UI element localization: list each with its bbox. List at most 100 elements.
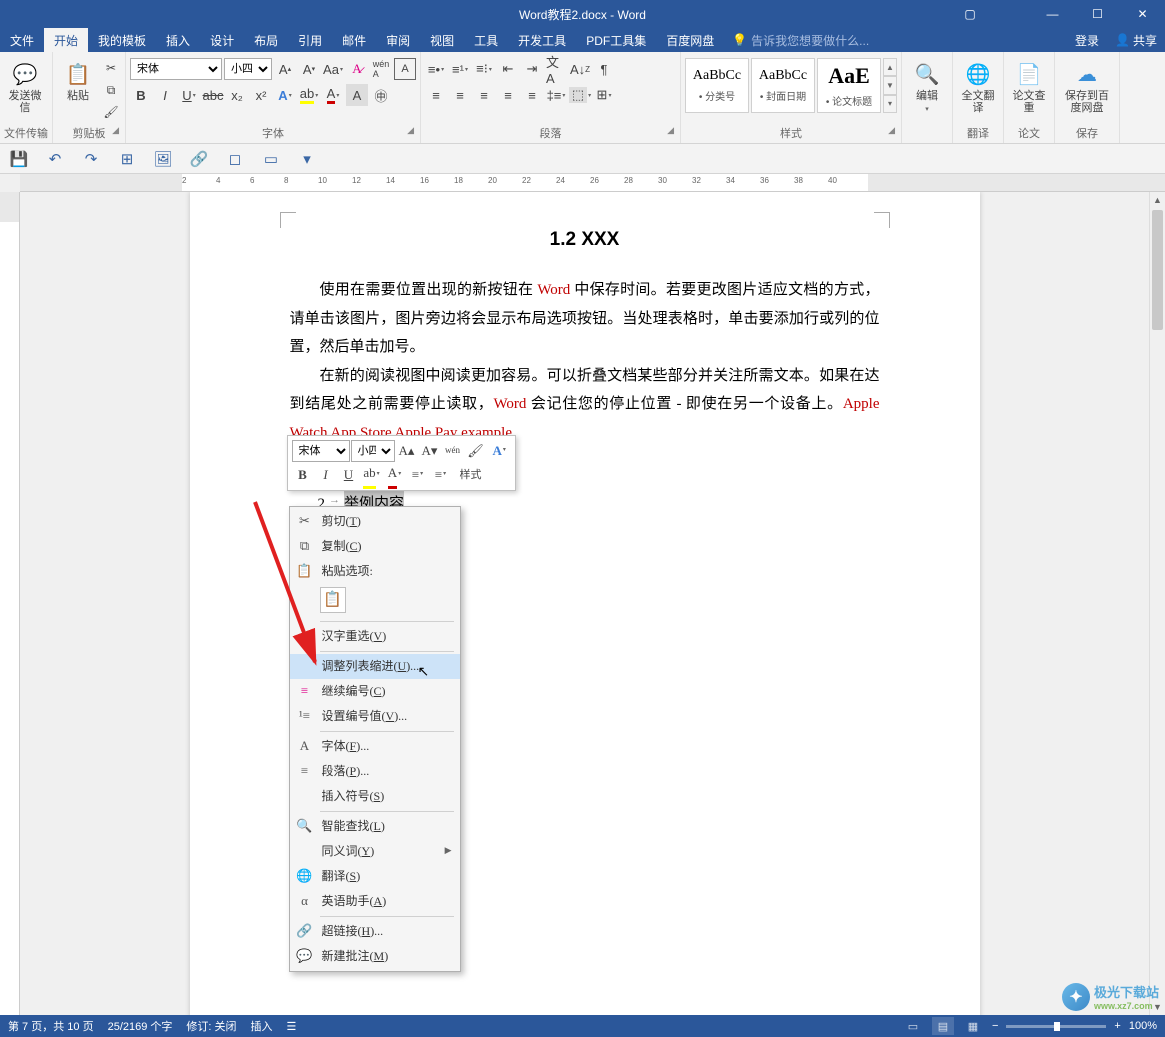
mini-format-painter[interactable]: 🖌 <box>465 440 487 462</box>
scroll-up-button[interactable]: ▲ <box>1150 192 1165 208</box>
vertical-scrollbar[interactable]: ▲ ▼ <box>1149 192 1165 1015</box>
cut-button[interactable]: ✂ <box>101 58 121 78</box>
font-launcher[interactable]: ◢ <box>407 125 414 136</box>
zoom-slider[interactable] <box>1006 1025 1106 1028</box>
align-center-button[interactable]: ≡ <box>449 84 471 106</box>
ctx-hanzi-reselect[interactable]: 汉字重选(V) <box>290 624 460 649</box>
bullets-button[interactable]: ≡•▾ <box>425 58 447 80</box>
picture-button[interactable]: 🖼 <box>152 148 174 170</box>
mini-styles-label[interactable]: 样式 <box>453 464 489 486</box>
ctx-english-assistant[interactable]: α英语助手(A) <box>290 889 460 914</box>
ctx-copy[interactable]: ⧉复制(C) <box>290 534 460 559</box>
login-button[interactable]: 登录 <box>1067 28 1107 52</box>
status-track[interactable]: 修订: 关闭 <box>186 1018 236 1034</box>
superscript-button[interactable]: x² <box>250 84 272 106</box>
styles-launcher[interactable]: ◢ <box>888 125 895 136</box>
decrease-indent-button[interactable]: ⇤ <box>497 58 519 80</box>
edit-button[interactable]: 🔍 编辑▾ <box>906 58 948 116</box>
mini-phonetic[interactable]: wén <box>442 440 464 462</box>
char-shading-button[interactable]: A <box>346 84 368 106</box>
ctx-hyperlink[interactable]: 🔗超链接(H)... <box>290 919 460 944</box>
justify-button[interactable]: ≡ <box>497 84 519 106</box>
table-button[interactable]: ⊞ <box>116 148 138 170</box>
close-button[interactable]: ✕ <box>1120 0 1165 28</box>
mini-highlight[interactable]: ab▾ <box>361 464 383 486</box>
mini-bold[interactable]: B <box>292 464 314 486</box>
font-name-select[interactable]: 宋体 <box>130 58 222 80</box>
format-painter-button[interactable]: 🖌 <box>101 102 121 122</box>
ctx-continue-numbering[interactable]: ≡继续编号(C) <box>290 679 460 704</box>
ctx-font[interactable]: A字体(F)... <box>290 734 460 759</box>
paste-button[interactable]: 📋 粘贴 <box>57 58 99 104</box>
zoom-in-button[interactable]: + <box>1114 1020 1120 1032</box>
save-baidu-button[interactable]: ☁ 保存到百度网盘 <box>1059 58 1115 116</box>
align-left-button[interactable]: ≡ <box>425 84 447 106</box>
clear-format-button[interactable]: A̷ <box>346 58 368 80</box>
style-item-0[interactable]: AaBbCc • 分类号 <box>685 58 749 113</box>
tab-mailings[interactable]: 邮件 <box>332 28 376 52</box>
zoom-level[interactable]: 100% <box>1129 1020 1157 1032</box>
shading-button[interactable]: ⬚▾ <box>569 84 591 106</box>
strikethrough-button[interactable]: abc <box>202 84 224 106</box>
status-words[interactable]: 25/2169 个字 <box>108 1018 173 1034</box>
tab-file[interactable]: 文件 <box>0 28 44 52</box>
status-page[interactable]: 第 7 页，共 10 页 <box>8 1018 94 1034</box>
mini-bullets[interactable]: ≡▾ <box>407 464 429 486</box>
multilevel-button[interactable]: ≡⁝▾ <box>473 58 495 80</box>
ctx-translate[interactable]: 🌐翻译(S) <box>290 864 460 889</box>
view-read-button[interactable]: ▭ <box>902 1017 924 1035</box>
show-marks-button[interactable]: ¶ <box>593 58 615 80</box>
gallery-up-button[interactable]: ▲ <box>883 58 897 76</box>
vertical-ruler[interactable] <box>0 192 20 1015</box>
sort-button[interactable]: A↓Z <box>569 58 591 80</box>
mini-font-color[interactable]: A▾ <box>384 464 406 486</box>
clipboard-launcher[interactable]: ◢ <box>112 125 119 136</box>
tab-pdftools[interactable]: PDF工具集 <box>576 28 656 52</box>
text-direction-button[interactable]: 文A <box>545 58 567 80</box>
zoom-out-button[interactable]: − <box>992 1020 998 1032</box>
numbering-button[interactable]: ≡¹▾ <box>449 58 471 80</box>
thesis-check-button[interactable]: 📄 论文查重 <box>1008 58 1050 116</box>
mini-shrink-font[interactable]: A▾ <box>419 440 441 462</box>
phonetic-guide-button[interactable]: wénA <box>370 58 392 80</box>
subscript-button[interactable]: x₂ <box>226 84 248 106</box>
tab-baidu[interactable]: 百度网盘 <box>656 28 724 52</box>
maximize-button[interactable]: ☐ <box>1075 0 1120 28</box>
send-wechat-button[interactable]: 💬 发送微信 <box>4 58 46 116</box>
ctx-paragraph[interactable]: ≡段落(P)... <box>290 759 460 784</box>
ctx-smart-lookup[interactable]: 🔍智能查找(L) <box>290 814 460 839</box>
gallery-down-button[interactable]: ▼ <box>883 76 897 94</box>
tell-me-search[interactable]: 💡 告诉我您想要做什么... <box>732 28 869 52</box>
status-extra-icon[interactable]: ☰ <box>287 1020 297 1033</box>
style-item-1[interactable]: AaBbCc • 封面日期 <box>751 58 815 113</box>
redo-button[interactable]: ↷ <box>80 148 102 170</box>
char-border-button[interactable]: A <box>394 58 416 80</box>
tab-layout[interactable]: 布局 <box>244 28 288 52</box>
font-size-select[interactable]: 小四 <box>224 58 272 80</box>
tab-mytemplates[interactable]: 我的模板 <box>88 28 156 52</box>
increase-indent-button[interactable]: ⇥ <box>521 58 543 80</box>
ctx-cut[interactable]: ✂剪切(T) <box>290 509 460 534</box>
ctx-set-numbering-value[interactable]: ¹≡设置编号值(V)... <box>290 704 460 729</box>
more-qat-button[interactable]: ▾ <box>296 148 318 170</box>
tab-insert[interactable]: 插入 <box>156 28 200 52</box>
save-button[interactable]: 💾 <box>8 148 30 170</box>
view-print-button[interactable]: ▤ <box>932 1017 954 1035</box>
text-effects-button[interactable]: A▾ <box>274 84 296 106</box>
tab-design[interactable]: 设计 <box>200 28 244 52</box>
mini-grow-font[interactable]: A▴ <box>396 440 418 462</box>
shrink-font-button[interactable]: A▾ <box>298 58 320 80</box>
document-page[interactable]: 1.2 XXX 使用在需要位置出现的新按钮在 Word 中保存时间。若要更改图片… <box>190 192 980 1015</box>
highlight-button[interactable]: ab▾ <box>298 84 320 106</box>
scroll-thumb[interactable] <box>1152 210 1163 330</box>
tab-home[interactable]: 开始 <box>44 28 88 52</box>
ctx-insert-symbol[interactable]: 插入符号(S) <box>290 784 460 809</box>
tab-references[interactable]: 引用 <box>288 28 332 52</box>
tab-tools[interactable]: 工具 <box>464 28 508 52</box>
ctx-adjust-list-indent[interactable]: 调整列表缩进(U)... <box>290 654 460 679</box>
underline-button[interactable]: U▾ <box>178 84 200 106</box>
tab-view[interactable]: 视图 <box>420 28 464 52</box>
shape-button[interactable]: ◻ <box>224 148 246 170</box>
change-case-button[interactable]: Aa▾ <box>322 58 344 80</box>
borders-button[interactable]: ⊞▾ <box>593 84 615 106</box>
